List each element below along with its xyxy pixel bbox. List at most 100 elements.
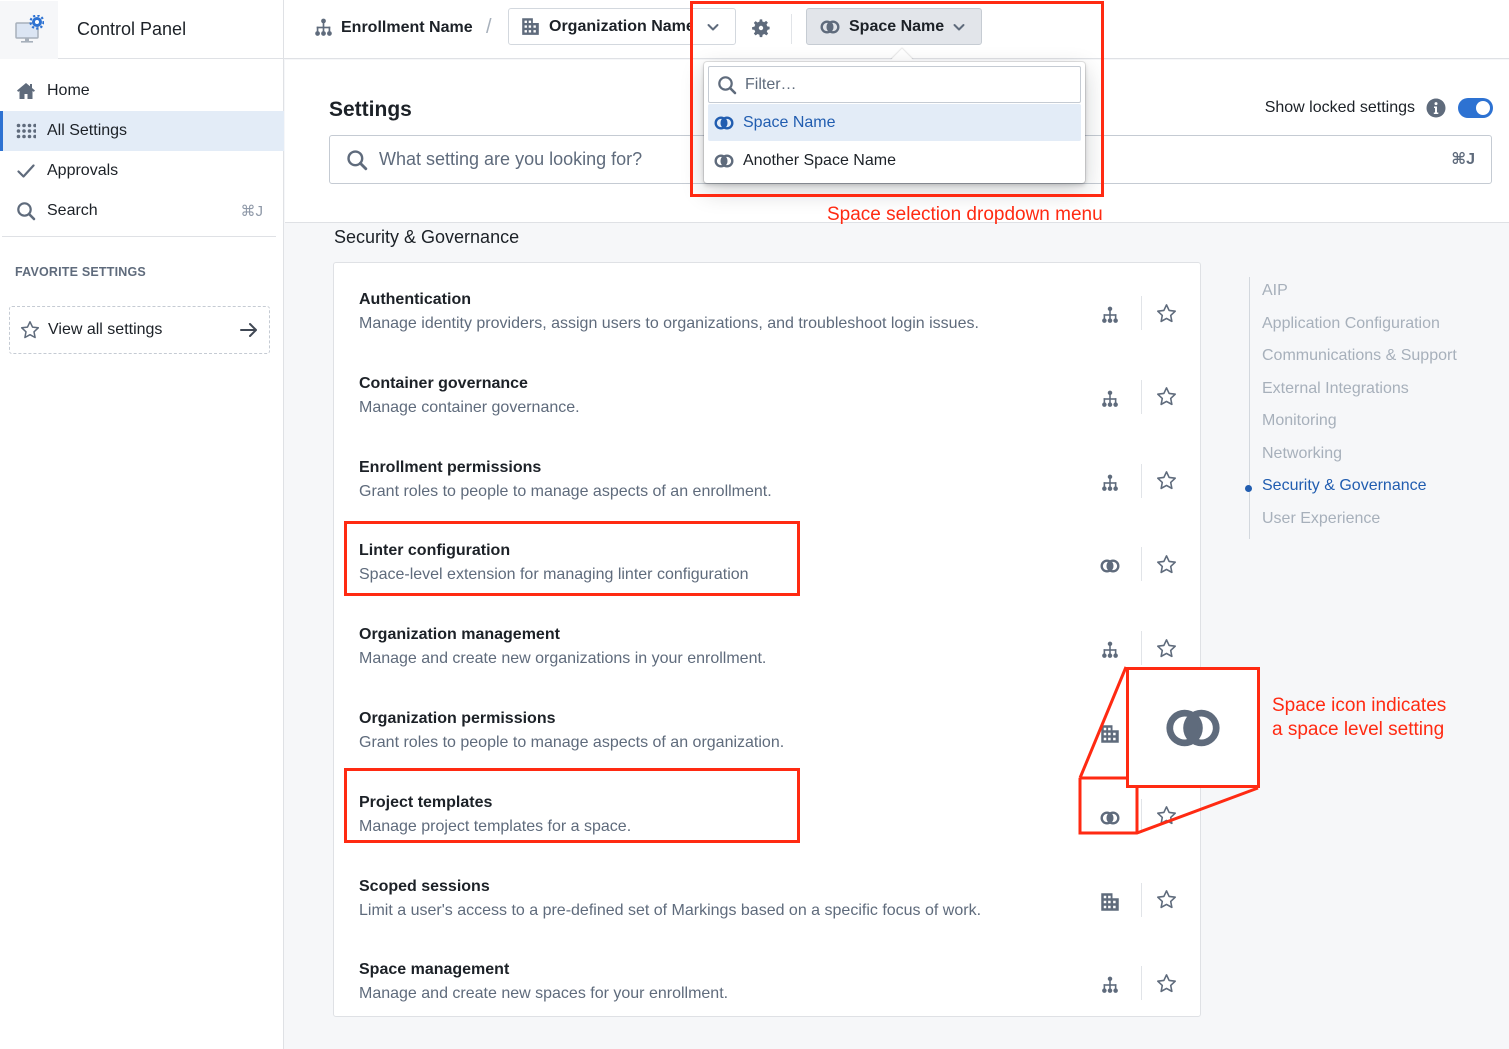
hierarchy-icon [1098,471,1122,495]
toc-item[interactable]: Monitoring [1262,412,1337,430]
sidebar: Home All Settings Approvals Search ⌘J FA… [0,59,284,1049]
sidebar-item-label: All Settings [47,122,128,139]
hierarchy-icon [1098,973,1122,997]
setting-row[interactable]: Scoped sessions Limit a user's access to … [334,858,1200,942]
star-icon[interactable] [1154,804,1178,828]
setting-name[interactable]: Scoped sessions [359,878,490,896]
star-icon[interactable] [1154,301,1178,325]
toc-item[interactable]: User Experience [1262,510,1380,528]
setting-row[interactable]: Container governance Manage container gov… [334,355,1200,439]
setting-row[interactable]: Authentication Manage identity providers,… [334,271,1200,355]
sidebar-divider [2,236,276,237]
sidebar-item-label: Home [47,82,90,99]
setting-description: Manage identity providers, assign users … [359,315,979,332]
sidebar-item-home[interactable]: Home [0,71,284,111]
toc-item[interactable]: AIP [1262,282,1288,300]
app-brand: Control Panel [0,0,284,59]
annotation-zoomed-space-icon [1126,667,1260,788]
view-all-settings-label: View all settings [48,321,163,338]
sidebar-item-search[interactable]: Search ⌘J [0,191,284,231]
setting-row[interactable]: Organization permissions Grant roles to p… [334,690,1200,774]
setting-name[interactable]: Enrollment permissions [359,459,541,477]
setting-name[interactable]: Space management [359,961,509,979]
space-icon [1165,708,1221,748]
sidebar-item-all-settings[interactable]: All Settings [0,111,284,151]
settings-list: Authentication Manage identity providers,… [333,262,1201,1017]
setting-row[interactable]: Space management Manage and create new sp… [334,941,1200,1025]
row-divider [1141,798,1142,833]
toc-item[interactable]: Security & Governance [1262,477,1427,495]
annotation-line: a space level setting [1272,719,1445,740]
search-icon [15,200,37,222]
hierarchy-icon [1098,303,1122,327]
building-icon [521,17,540,36]
setting-description: Grant roles to people to manage aspects … [359,734,785,751]
arrow-right-icon [240,323,257,337]
setting-name[interactable]: Authentication [359,291,471,309]
search-shortcut: ⌘J [1451,151,1475,168]
sidebar-item-label: Search [47,202,98,219]
annotation-project-templates-box [344,768,800,843]
setting-row[interactable]: Organization management Manage and create… [334,606,1200,690]
page-title: Settings [329,98,412,121]
hierarchy-icon [314,18,333,37]
annotation-line: Space icon indicates [1272,695,1447,716]
star-icon [20,320,40,340]
setting-name[interactable]: Organization management [359,626,560,644]
star-icon[interactable] [1154,552,1178,576]
space-icon [1098,554,1122,578]
star-icon[interactable] [1154,469,1178,493]
annotation-linter-box [344,521,800,596]
star-icon[interactable] [1154,888,1178,912]
space-icon [1098,806,1122,830]
show-locked-settings: Show locked settings [1265,98,1493,118]
row-divider [1141,547,1142,582]
toc-track [1249,277,1250,539]
setting-description: Grant roles to people to manage aspects … [359,482,772,500]
setting-description: Manage container governance. [359,398,580,416]
organization-name: Organization Name [549,17,691,35]
setting-description: Manage and create new organizations in y… [359,650,767,668]
toc-active-indicator [1245,485,1252,492]
section-title: Security & Governance [334,227,520,247]
grid-dots-icon [15,120,37,142]
setting-description: Manage and create new spaces for your en… [359,985,729,1003]
check-icon [15,160,37,182]
star-icon[interactable] [1154,385,1178,409]
setting-description: Limit a user's access to a pre-defined s… [359,901,982,919]
hierarchy-icon [1098,638,1122,662]
app-title: Control Panel [77,19,187,39]
hierarchy-icon [1098,387,1122,411]
sidebar-item-label: Approvals [47,162,119,179]
star-icon[interactable] [1154,971,1178,995]
row-divider [1141,966,1142,1001]
info-icon[interactable] [1426,98,1446,118]
building-icon [1098,722,1122,746]
toc-item[interactable]: Communications & Support [1262,347,1457,365]
toc-item[interactable]: External Integrations [1262,380,1409,398]
show-locked-toggle[interactable] [1458,98,1493,118]
home-icon [15,80,37,102]
annotation-space-icon-label: Space icon indicates a space level setti… [1272,694,1446,742]
breadcrumb-separator: / [486,16,492,38]
view-all-settings-button[interactable]: View all settings [9,306,270,354]
search-shortcut: ⌘J [240,203,264,220]
row-divider [1141,296,1142,330]
show-locked-label: Show locked settings [1264,99,1415,116]
star-icon[interactable] [1154,636,1178,660]
monitor-gear-icon[interactable] [0,0,58,59]
breadcrumb-enrollment[interactable]: Enrollment Name [314,0,473,55]
row-divider [1141,379,1142,414]
row-divider [1141,882,1142,917]
row-divider [1141,631,1142,666]
setting-row[interactable]: Enrollment permissions Grant roles to peo… [334,439,1200,523]
building-icon [1098,890,1122,914]
setting-name[interactable]: Organization permissions [359,710,555,728]
toc-item[interactable]: Networking [1262,445,1342,463]
sidebar-item-approvals[interactable]: Approvals [0,151,284,191]
toc-item[interactable]: Application Configuration [1262,315,1440,333]
search-icon [346,149,368,171]
setting-name[interactable]: Container governance [359,375,528,393]
row-divider [1141,463,1142,498]
favorite-settings-heading: FAVORITE SETTINGS [15,265,146,279]
